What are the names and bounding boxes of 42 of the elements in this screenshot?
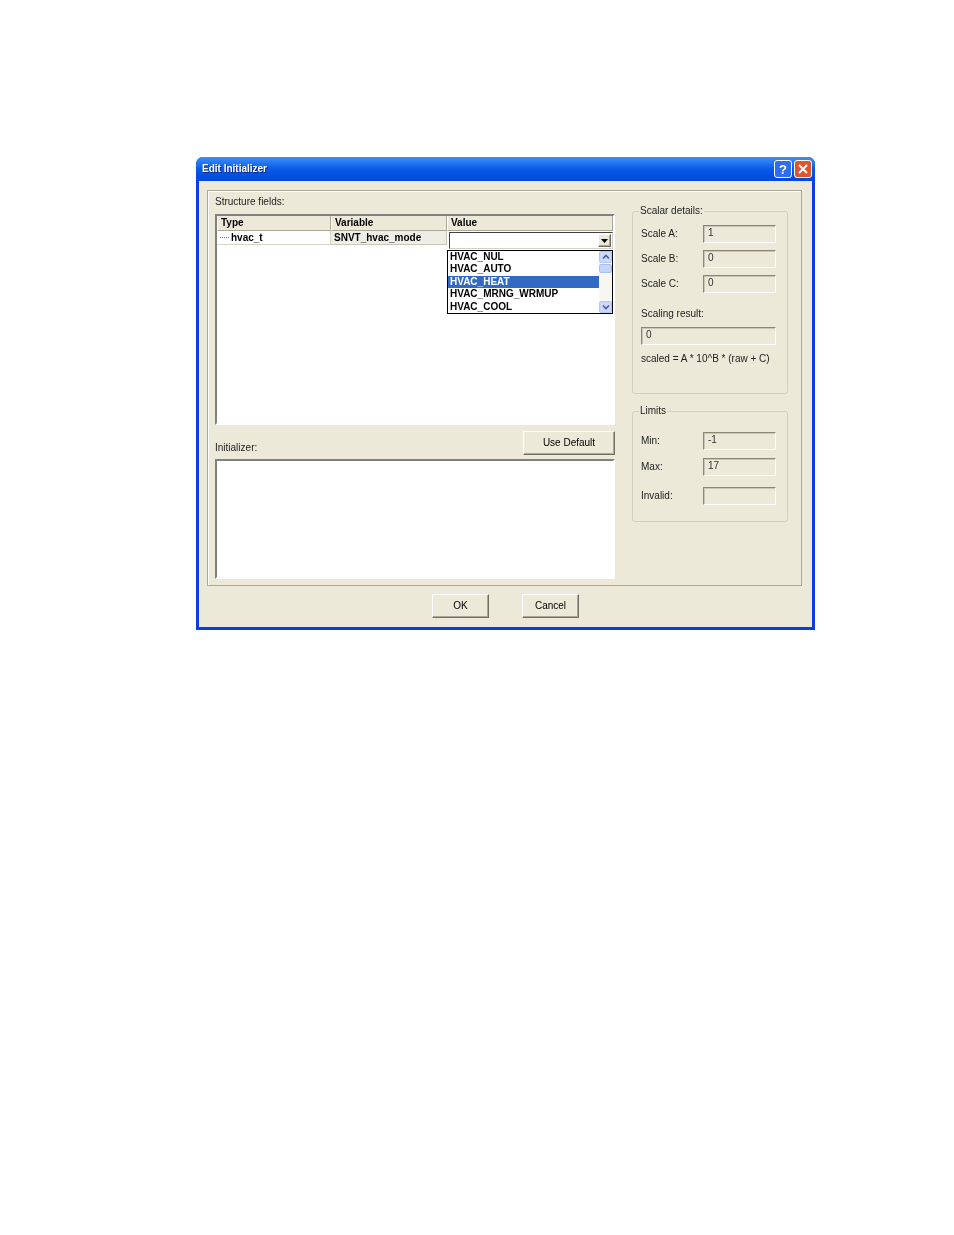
dialog-button[interactable]: OK	[432, 594, 489, 618]
field-label: Min:	[641, 435, 661, 447]
scroll-up-button[interactable]	[599, 251, 612, 263]
column-header[interactable]: Variable	[331, 216, 447, 231]
scrollbar[interactable]	[599, 251, 612, 313]
window-title: Edit Initializer	[202, 163, 267, 175]
dialog-button[interactable]: Cancel	[522, 594, 579, 618]
type-text: hvac_t	[231, 231, 263, 244]
scroll-down-button[interactable]	[599, 301, 612, 313]
formula-text: scaled = A * 10^B * (raw + C)	[641, 353, 771, 365]
text-field[interactable]: 0	[703, 250, 776, 268]
help-button[interactable]: ?	[774, 160, 792, 178]
value-combobox[interactable]	[449, 232, 613, 249]
field-label: Invalid:	[641, 490, 674, 502]
caret-down-icon	[601, 238, 608, 243]
use-default-button[interactable]: Use Default	[523, 431, 615, 455]
column-header[interactable]: Type	[217, 216, 331, 231]
text-field[interactable]: -1	[703, 432, 776, 450]
table-cell: SNVT_hvac_mode	[331, 231, 447, 245]
section-label: Initializer:	[215, 442, 258, 454]
dropdown-button[interactable]	[598, 234, 611, 247]
field-label: Scale A:	[641, 228, 679, 240]
initializer-field[interactable]	[215, 459, 615, 579]
text-field[interactable]: 1	[703, 225, 776, 243]
close-icon	[798, 164, 808, 174]
chevron-down-icon	[601, 304, 610, 310]
text-field[interactable]	[703, 487, 776, 505]
section-label: Structure fields:	[215, 196, 286, 208]
text-field[interactable]: 17	[703, 458, 776, 476]
text-field[interactable]: 0	[703, 275, 776, 293]
field-label: Max:	[641, 461, 664, 473]
group-title: Scalar details:	[639, 205, 704, 217]
scrollbar-thumb[interactable]	[599, 264, 612, 273]
close-button[interactable]	[794, 160, 812, 178]
chevron-up-icon	[601, 254, 610, 260]
group-title: Limits	[639, 405, 668, 417]
field-label: Scale B:	[641, 253, 680, 265]
text-field[interactable]: 0	[641, 327, 776, 345]
field-label: Scale C:	[641, 278, 680, 290]
field-label: Scaling result:	[641, 308, 705, 320]
tree-line-icon	[220, 237, 229, 238]
column-header[interactable]: Value	[447, 216, 613, 231]
